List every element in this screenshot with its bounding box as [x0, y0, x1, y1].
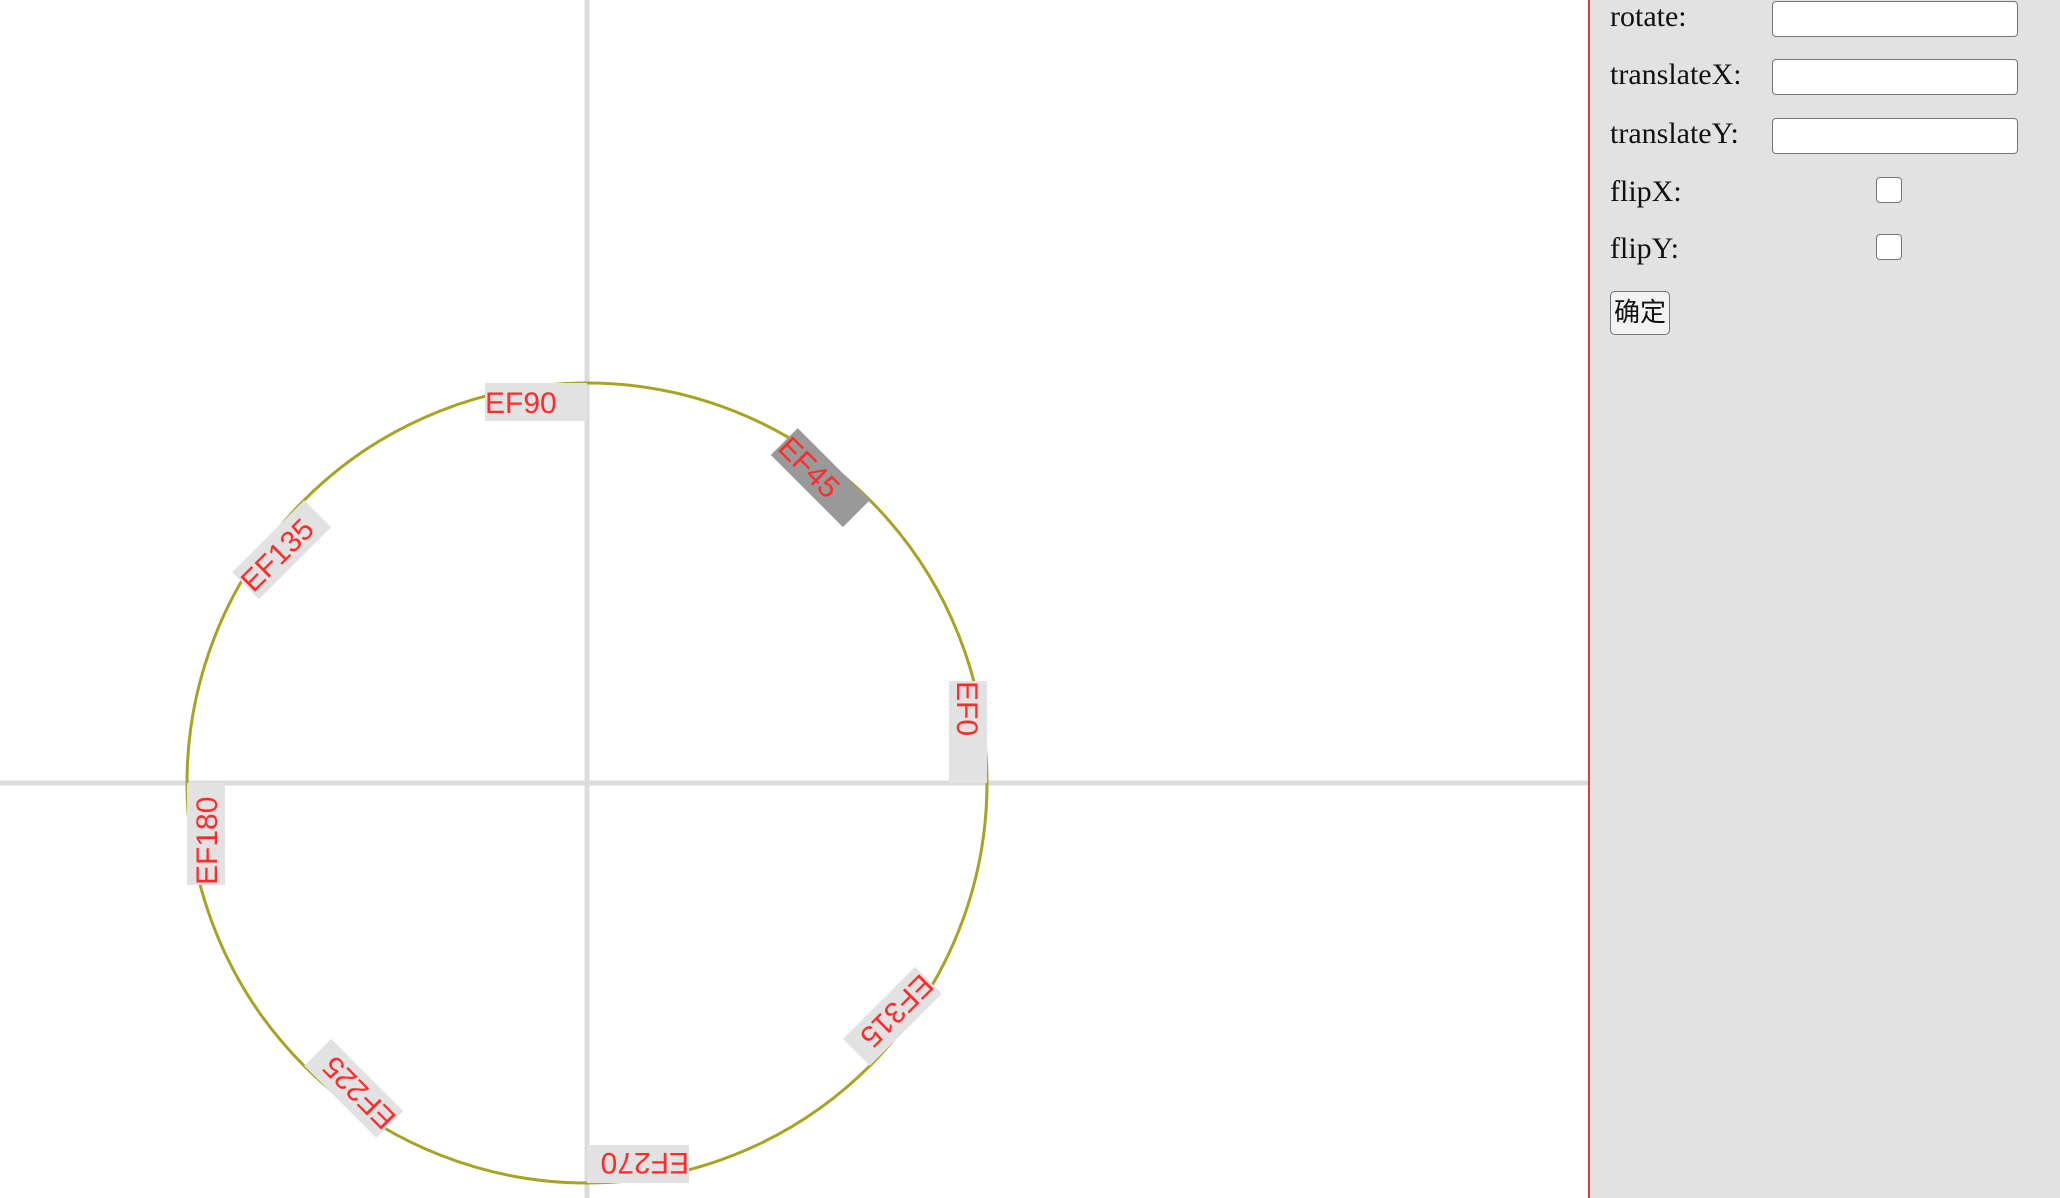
circle-label-ef315[interactable]: EF315: [842, 966, 942, 1066]
rotate-input[interactable]: [1772, 1, 2018, 37]
translate-x-input[interactable]: [1772, 59, 2018, 95]
svg-text:EF135: EF135: [235, 513, 321, 599]
svg-text:EF225: EF225: [317, 1049, 403, 1135]
flip-y-label: flipY:: [1610, 232, 1679, 265]
svg-text:EF90: EF90: [485, 387, 557, 420]
svg-text:EF270: EF270: [601, 1146, 689, 1179]
rotate-label: rotate:: [1610, 0, 1687, 33]
transform-panel: rotate: translateX: translateY: flipX: f…: [1588, 0, 2060, 1198]
translate-y-label: translateY:: [1610, 117, 1739, 150]
drawing-canvas[interactable]: EF0 EF45 EF90 EF135 EF180 EF225 EF270 EF315: [0, 0, 1588, 1198]
confirm-button[interactable]: 确定: [1610, 291, 1671, 335]
circle-diagram[interactable]: EF0 EF45 EF90 EF135 EF180 EF225 EF270 EF315: [0, 0, 1588, 1198]
translate-x-label: translateX:: [1610, 58, 1742, 91]
flip-y-checkbox[interactable]: [1876, 234, 1902, 260]
circle-label-ef270[interactable]: EF270: [587, 1145, 689, 1183]
circle-label-ef135[interactable]: EF135: [232, 500, 332, 600]
circle-label-ef45[interactable]: EF45: [770, 428, 870, 528]
circle-label-ef225[interactable]: EF225: [304, 1038, 404, 1138]
flip-x-label: flipX:: [1610, 175, 1682, 208]
circle-label-ef0[interactable]: EF0: [949, 681, 987, 783]
circle-label-ef90[interactable]: EF90: [485, 383, 587, 421]
flip-x-checkbox[interactable]: [1876, 177, 1902, 203]
circle-label-ef180[interactable]: EF180: [187, 783, 225, 885]
svg-text:EF0: EF0: [950, 681, 983, 736]
svg-text:EF315: EF315: [853, 968, 939, 1054]
translate-y-input[interactable]: [1772, 118, 2018, 154]
svg-text:EF180: EF180: [191, 797, 224, 885]
